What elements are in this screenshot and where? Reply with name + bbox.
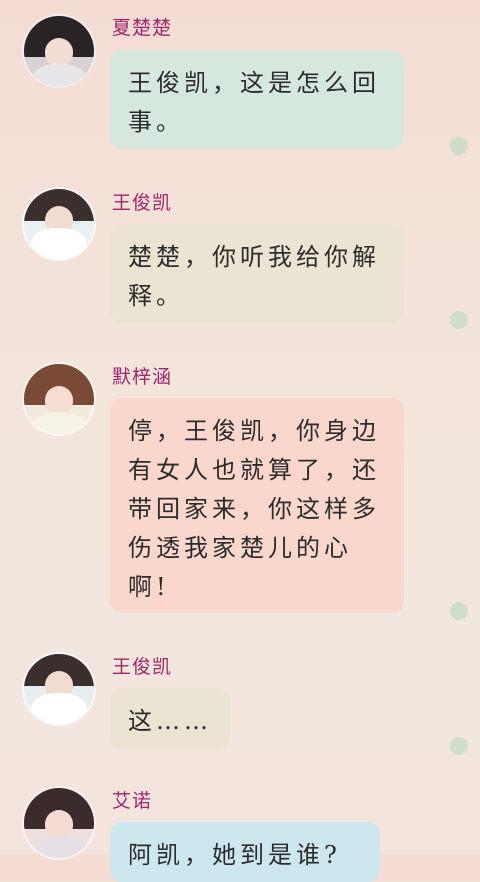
sender-name: 默梓涵 xyxy=(112,366,173,388)
status-dot xyxy=(450,311,468,329)
message-bubble[interactable]: 阿凯，她到是谁? xyxy=(110,822,380,882)
message-bubble[interactable]: 王俊凯，这是怎么回事。 xyxy=(110,50,404,149)
sender-name: 王俊凯 xyxy=(112,656,173,678)
sender-name: 夏楚楚 xyxy=(112,17,173,39)
status-dot xyxy=(450,737,468,755)
avatar[interactable] xyxy=(22,362,96,436)
message-bubble[interactable]: 这…… xyxy=(110,688,230,750)
sender-name: 王俊凯 xyxy=(112,192,173,214)
message-bubble[interactable]: 停，王俊凯，你身边有女人也就算了，还带回家来，你这样多伤透我家楚儿的心啊! xyxy=(110,398,404,613)
avatar[interactable] xyxy=(22,14,96,88)
status-dot xyxy=(450,137,468,155)
message-bubble[interactable]: 楚楚，你听我给你解释。 xyxy=(110,224,404,323)
avatar[interactable] xyxy=(22,652,96,726)
avatar[interactable] xyxy=(22,786,96,860)
avatar[interactable] xyxy=(22,187,96,261)
status-dot xyxy=(450,602,468,620)
sender-name: 艾诺 xyxy=(112,790,153,812)
